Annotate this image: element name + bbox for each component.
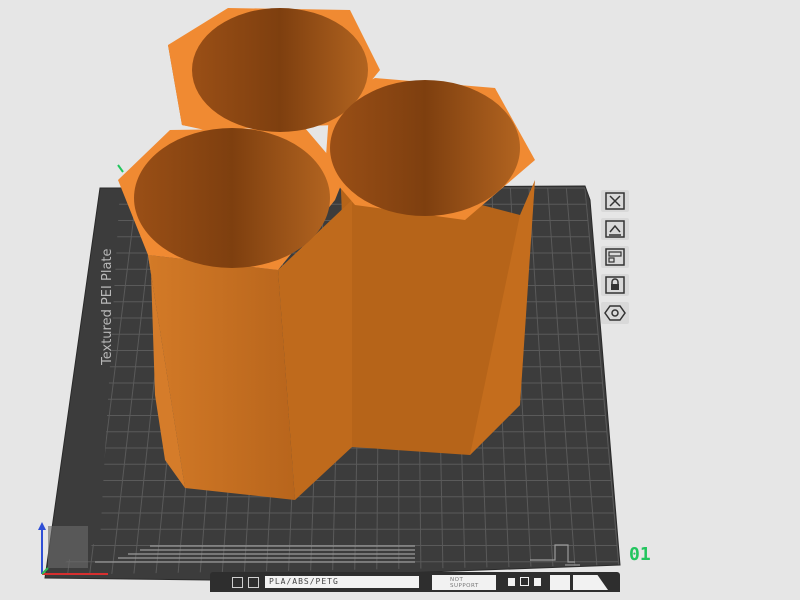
plate-bar-white-slant (573, 575, 608, 590)
delete-plate-button[interactable] (601, 190, 629, 212)
arrange-button[interactable] (601, 246, 629, 268)
plate-origin-patch (48, 526, 88, 568)
arrange-icon (605, 248, 625, 266)
filament-type-label[interactable]: PLA/ABS/PETG (265, 576, 419, 588)
plate-rename-icon[interactable] (248, 577, 259, 588)
close-icon (605, 192, 625, 210)
trash-icon[interactable] (508, 578, 515, 586)
lock-icon (605, 276, 625, 294)
plate-bar-white-block (550, 575, 570, 590)
model-hex-cups[interactable] (118, 8, 535, 500)
auto-orient-icon (605, 220, 625, 238)
plate-settings-button[interactable] (601, 302, 629, 324)
surface-support-label[interactable]: NOT SUPPORT (432, 575, 496, 590)
plate-name-label: Textured PEI Plate (100, 248, 115, 366)
plate-bottom-bar: PLA/ABS/PETG NOT SUPPORT (210, 572, 620, 592)
plate-grid-icon[interactable] (232, 577, 243, 588)
auto-orient-button[interactable] (601, 218, 629, 240)
surface-line-2: SUPPORT (450, 583, 479, 589)
plate-toolbar (596, 190, 634, 324)
square-icon[interactable] (520, 577, 529, 586)
plate-number[interactable]: 01 (629, 544, 651, 565)
lock-plate-button[interactable] (601, 274, 629, 296)
selection-marker (117, 164, 124, 173)
plate-settings-icon (604, 305, 626, 321)
3d-viewport[interactable]: Textured PEI Plate (0, 0, 800, 600)
trash-icon[interactable] (534, 578, 541, 586)
